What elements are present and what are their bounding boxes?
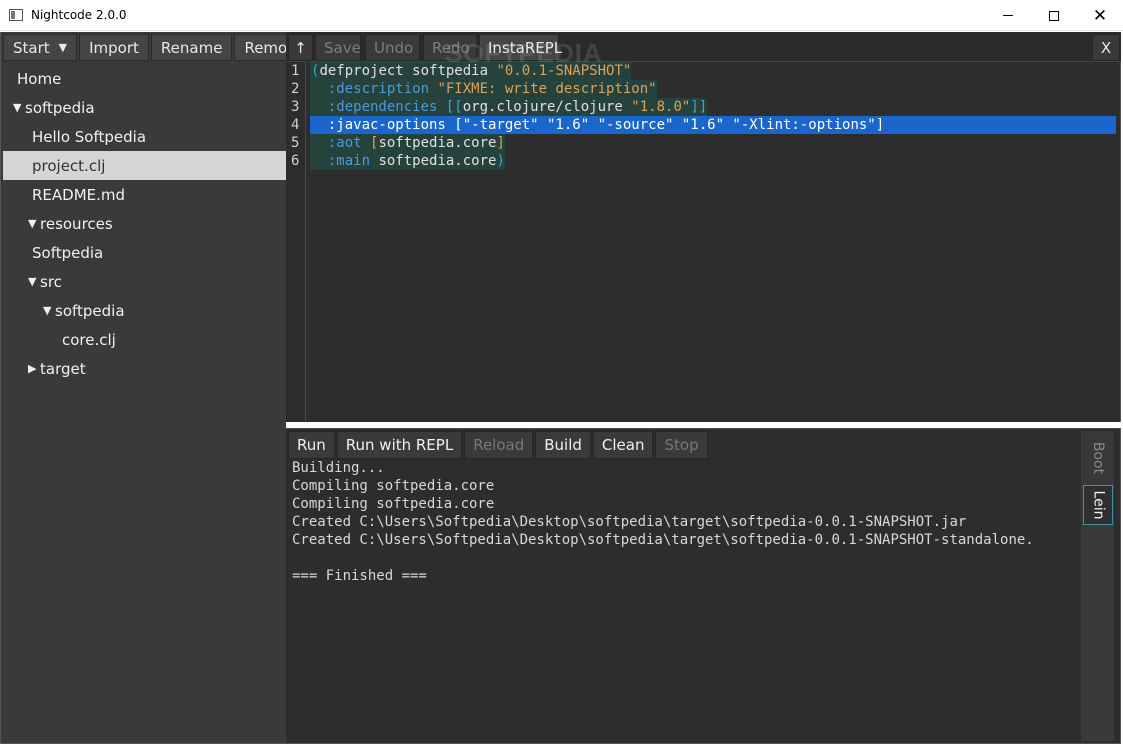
start-button[interactable]: Start ▼ xyxy=(3,34,78,61)
title-bar: Nightcode 2.0.0 ✕ xyxy=(0,0,1123,31)
tree-item[interactable]: README.md xyxy=(3,180,286,209)
start-label: Start xyxy=(13,38,50,57)
line-number: 4 xyxy=(291,117,300,133)
save-button[interactable]: Save xyxy=(315,34,361,61)
tree-item-label: src xyxy=(40,272,62,291)
up-button[interactable]: ↑ xyxy=(288,34,313,61)
maximize-icon xyxy=(1049,10,1059,21)
code-line[interactable]: :main softpedia.core) xyxy=(310,152,505,170)
build-tool-tabs: Boot Lein xyxy=(1081,431,1114,741)
tree-item[interactable]: core.clj xyxy=(3,325,286,354)
code-token: :aot xyxy=(311,135,371,151)
build-button[interactable]: Build xyxy=(535,431,591,459)
tree-item[interactable]: ▼ softpedia xyxy=(3,296,286,325)
tree-item-label: Softpedia xyxy=(32,243,104,262)
tree-item-label: resources xyxy=(40,214,113,233)
close-window-button[interactable]: ✕ xyxy=(1077,0,1123,31)
run-with-repl-button[interactable]: Run with REPL xyxy=(336,431,463,459)
code-token: :main xyxy=(311,153,379,169)
softpedia-watermark: SOFTPEDIA xyxy=(445,38,603,68)
minimize-icon xyxy=(1003,15,1013,16)
tree-item-label: Hello Softpedia xyxy=(32,127,147,146)
line-number: 5 xyxy=(291,135,300,151)
code-token: softpedia.core xyxy=(378,135,497,151)
import-button[interactable]: Import xyxy=(79,34,149,61)
tree-item-label: Home xyxy=(17,69,62,88)
console-line: Compiling softpedia.core xyxy=(292,478,495,494)
undo-button[interactable]: Undo xyxy=(365,34,420,61)
console-line: Compiling softpedia.core xyxy=(292,496,495,512)
tree-item[interactable]: ▼ resources xyxy=(3,209,286,238)
console-line: Building... xyxy=(292,460,385,476)
console-pane: Run Run with REPL Reload Build Clean Sto… xyxy=(286,428,1121,744)
code-line[interactable]: :description "FIXME: write description" xyxy=(310,80,657,98)
tab-lein-label: Lein xyxy=(1090,490,1106,520)
line-number-gutter: 1 2 3 4 5 6 xyxy=(286,62,306,422)
code-token: :dependencies xyxy=(311,99,446,115)
tree-item[interactable]: ▶ target xyxy=(3,354,286,383)
expanded-triangle-icon[interactable]: ▼ xyxy=(13,101,25,114)
project-panel: Start ▼ Import Rename Remove Home ▼ softpe… xyxy=(0,32,316,744)
project-tree: Home ▼ softpedia Hello Softpedia project.clj… xyxy=(3,64,286,383)
tree-item[interactable]: Hello Softpedia xyxy=(3,122,286,151)
tree-item-label: README.md xyxy=(32,185,126,204)
tree-item[interactable]: ▼ src xyxy=(3,267,286,296)
tree-item[interactable]: ▼ softpedia xyxy=(3,93,286,122)
tree-item-label: project.clj xyxy=(32,156,106,175)
window-title: Nightcode 2.0.0 xyxy=(31,8,127,22)
tree-item[interactable]: Softpedia xyxy=(3,238,286,267)
tab-boot-label: Boot xyxy=(1090,441,1107,475)
code-token: ) xyxy=(496,153,505,169)
tree-item[interactable]: project.clj xyxy=(3,151,286,180)
run-button[interactable]: Run xyxy=(288,431,335,459)
console-output[interactable]: Building... Compiling softpedia.core Compi… xyxy=(292,459,1082,585)
app-icon xyxy=(9,9,23,21)
code-line[interactable]: :aot [softpedia.core] xyxy=(310,134,505,152)
console-toolbar: Run Run with REPL Reload Build Clean Sto… xyxy=(288,431,708,459)
code-line[interactable]: :javac-options ["-target" "1.6" "-source… xyxy=(310,116,1116,134)
tree-item-label: softpedia xyxy=(25,98,95,117)
console-line: Created C:\Users\Softpedia\Desktop\softp… xyxy=(292,514,967,530)
editor-toolbar: ↑ Save Undo Redo InstaREPL X xyxy=(286,32,1121,62)
clean-button[interactable]: Clean xyxy=(592,431,654,459)
collapsed-triangle-icon[interactable]: ▶ xyxy=(28,362,40,375)
code-token: softpedia.core xyxy=(378,153,497,169)
tree-item-label: target xyxy=(40,359,86,378)
line-number: 6 xyxy=(291,153,300,169)
maximize-button[interactable] xyxy=(1031,0,1077,31)
close-editor-button[interactable]: X xyxy=(1092,34,1120,61)
reload-button[interactable]: Reload xyxy=(464,431,534,459)
minimize-button[interactable] xyxy=(985,0,1031,31)
stop-button[interactable]: Stop xyxy=(655,431,708,459)
code-token: :javac-options ["-target" "1.6" "-source… xyxy=(311,117,885,133)
line-number: 3 xyxy=(291,99,300,115)
code-token: [[ xyxy=(445,99,463,115)
tree-item-label: softpedia xyxy=(55,301,125,320)
code-line[interactable]: :dependencies [[org.clojure/clojure "1.8… xyxy=(310,98,708,116)
code-token: "FIXME: write description" xyxy=(437,81,657,97)
console-line: === Finished === xyxy=(292,568,427,584)
editor-pane: ↑ Save Undo Redo InstaREPL X 123456 (def… xyxy=(286,32,1121,422)
project-toolbar: Start ▼ Import Rename Remove xyxy=(3,34,316,61)
line-number: 1 xyxy=(291,63,300,79)
code-token: "1.8.0" xyxy=(631,99,691,115)
code-token: ] xyxy=(496,135,505,151)
code-token: org.clojure/clojure xyxy=(462,99,632,115)
tab-boot[interactable]: Boot xyxy=(1083,433,1113,483)
line-number: 2 xyxy=(291,81,300,97)
rename-button[interactable]: Rename xyxy=(150,34,233,61)
tree-item-label: core.clj xyxy=(62,330,116,349)
expanded-triangle-icon[interactable]: ▼ xyxy=(28,275,40,288)
tree-item[interactable]: Home xyxy=(3,64,286,93)
code-token: :description xyxy=(311,81,438,97)
console-line: Created C:\Users\Softpedia\Desktop\softp… xyxy=(292,532,1034,548)
tab-lein[interactable]: Lein xyxy=(1083,485,1113,525)
code-token: ]] xyxy=(690,99,708,115)
expanded-triangle-icon[interactable]: ▼ xyxy=(28,217,40,230)
chevron-down-icon: ▼ xyxy=(58,41,68,54)
expanded-triangle-icon[interactable]: ▼ xyxy=(43,304,55,317)
